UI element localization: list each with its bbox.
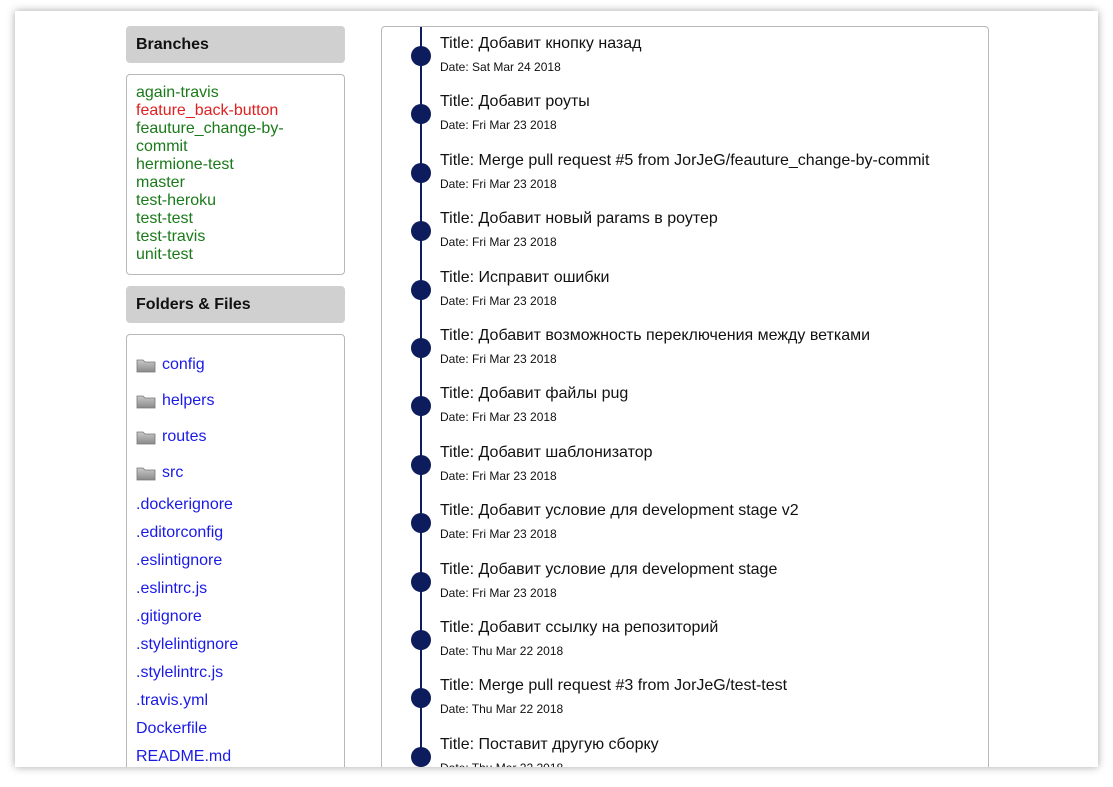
commit-title: Title: Добавит условие для development s…: [440, 502, 799, 520]
app-window: Branches again-travis feature_back-button…: [15, 11, 1098, 767]
commit-title: Title: Добавит файлы pug: [440, 385, 629, 403]
commit-dot: [411, 338, 431, 358]
commit-item[interactable]: Title: Добавит кнопку назад Date: Sat Mar…: [382, 27, 988, 85]
commit-item[interactable]: Title: Merge pull request #5 from JorJeG…: [382, 144, 988, 202]
branch-link[interactable]: test-heroku: [136, 192, 335, 210]
file-item[interactable]: .travis.yml: [136, 687, 335, 715]
commit-dot: [411, 46, 431, 66]
file-item[interactable]: .dockerignore: [136, 491, 335, 519]
commit-title: Title: Поставит другую сборку: [440, 735, 659, 753]
branch-link[interactable]: test-test: [136, 210, 335, 228]
branch-link[interactable]: feature_back-button: [136, 102, 335, 120]
commit-dot: [411, 221, 431, 242]
commit-title: Title: Добавит ссылку на репозиторий: [440, 619, 719, 636]
folder-icon: [136, 429, 156, 445]
commit-item[interactable]: Title: Добавит ссылку на репозиторий Date…: [382, 611, 988, 669]
branch-link[interactable]: hermione-test: [136, 156, 335, 174]
commit-title: Title: Добавит условие для development s…: [440, 560, 778, 578]
commit-date: Date: Fri Mar 23 2018: [440, 410, 557, 425]
folder-label: routes: [162, 428, 207, 445]
commit-dot: [411, 746, 431, 767]
commit-date: Date: Fri Mar 23 2018: [440, 293, 557, 308]
commit-date: Date: Fri Mar 23 2018: [440, 176, 557, 191]
commit-dot: [411, 688, 431, 709]
commit-item[interactable]: Title: Добавит возможность переключения …: [382, 319, 988, 377]
folder-icon: [136, 357, 156, 373]
file-item[interactable]: .eslintrc.js: [136, 575, 335, 603]
commit-dot: [411, 396, 431, 417]
commit-title: Title: Добавит возможность переключения …: [440, 327, 871, 344]
commit-dot: [411, 104, 431, 125]
commit-title: Title: Добавит кнопку назад: [440, 35, 642, 52]
folder-label: config: [162, 356, 205, 373]
commit-title: Title: Merge pull request #5 from JorJeG…: [440, 151, 930, 169]
commit-date: Date: Thu Mar 22 2018: [440, 702, 564, 717]
folder-item[interactable]: routes: [136, 419, 335, 455]
branch-link[interactable]: master: [136, 174, 335, 192]
file-item[interactable]: .gitignore: [136, 603, 335, 631]
commit-item[interactable]: Title: Исправит ошибки Date: Fri Mar 23 2…: [382, 261, 988, 319]
commit-title: Title: Добавит шаблонизатор: [440, 443, 653, 461]
file-item[interactable]: Dockerfile: [136, 715, 335, 743]
branch-link[interactable]: test-travis: [136, 228, 335, 246]
files-list: config helpers routes src .dockerignore .edit…: [126, 334, 345, 767]
sidebar: Branches again-travis feature_back-button…: [126, 26, 345, 767]
folder-icon: [136, 465, 156, 481]
commit-item[interactable]: Title: Добавит условие для development s…: [382, 494, 988, 552]
file-item[interactable]: .eslintignore: [136, 547, 335, 575]
commit-item[interactable]: Title: Добавит шаблонизатор Date: Fri Mar…: [382, 436, 988, 494]
commit-date: Date: Fri Mar 23 2018: [440, 468, 557, 483]
commit-dot: [411, 454, 431, 475]
commit-date: Date: Thu Mar 22 2018: [440, 761, 563, 767]
commit-date: Date: Fri Mar 23 2018: [440, 585, 557, 600]
commit-date: Date: Thu Mar 22 2018: [440, 644, 564, 658]
commit-dot: [411, 513, 431, 534]
folder-item[interactable]: src: [136, 455, 335, 491]
commit-title: Title: Merge pull request #3 from JorJeG…: [440, 677, 788, 695]
commit-title: Title: Исправит ошибки: [440, 268, 610, 286]
commit-item[interactable]: Title: Добавит файлы pug Date: Fri Mar 23…: [382, 377, 988, 435]
folder-label: helpers: [162, 392, 215, 409]
commit-dot: [411, 571, 431, 592]
branches-header: Branches: [126, 26, 345, 63]
commit-date: Date: Fri Mar 23 2018: [440, 118, 557, 133]
folder-icon: [136, 393, 156, 409]
branch-link[interactable]: unit-test: [136, 246, 335, 264]
commit-date: Date: Sat Mar 24 2018: [440, 60, 561, 74]
commit-dot: [411, 279, 431, 300]
commit-title: Title: Добавит роуты: [440, 93, 590, 111]
commit-item[interactable]: Title: Добавит условие для development s…: [382, 553, 988, 611]
file-item[interactable]: .stylelintrc.js: [136, 659, 335, 687]
commit-item[interactable]: Title: Поставит другую сборку Date: Thu M…: [382, 728, 988, 767]
file-item[interactable]: README.md: [136, 743, 335, 767]
file-item[interactable]: .editorconfig: [136, 519, 335, 547]
branch-link[interactable]: feauture_change-by-commit: [136, 120, 335, 156]
file-item[interactable]: .stylelintignore: [136, 631, 335, 659]
folder-item[interactable]: config: [136, 347, 335, 383]
files-header: Folders & Files: [126, 286, 345, 323]
commit-item[interactable]: Title: Добавит новый params в роутер Date…: [382, 202, 988, 260]
commit-item[interactable]: Title: Merge pull request #3 from JorJeG…: [382, 669, 988, 727]
commit-item[interactable]: Title: Добавит роуты Date: Fri Mar 23 201…: [382, 85, 988, 143]
branch-link[interactable]: again-travis: [136, 84, 335, 102]
commit-dot: [411, 162, 431, 183]
branches-list: again-travis feature_back-button feauture_…: [126, 74, 345, 275]
folder-item[interactable]: helpers: [136, 383, 335, 419]
folder-label: src: [162, 464, 184, 481]
commit-date: Date: Fri Mar 23 2018: [440, 352, 557, 366]
commit-title: Title: Добавит новый params в роутер: [440, 210, 718, 228]
commit-timeline: Title: Добавит кнопку назад Date: Sat Mar…: [381, 26, 989, 767]
commit-dot: [411, 630, 431, 650]
commit-date: Date: Fri Mar 23 2018: [440, 527, 557, 542]
commit-date: Date: Fri Mar 23 2018: [440, 235, 557, 250]
